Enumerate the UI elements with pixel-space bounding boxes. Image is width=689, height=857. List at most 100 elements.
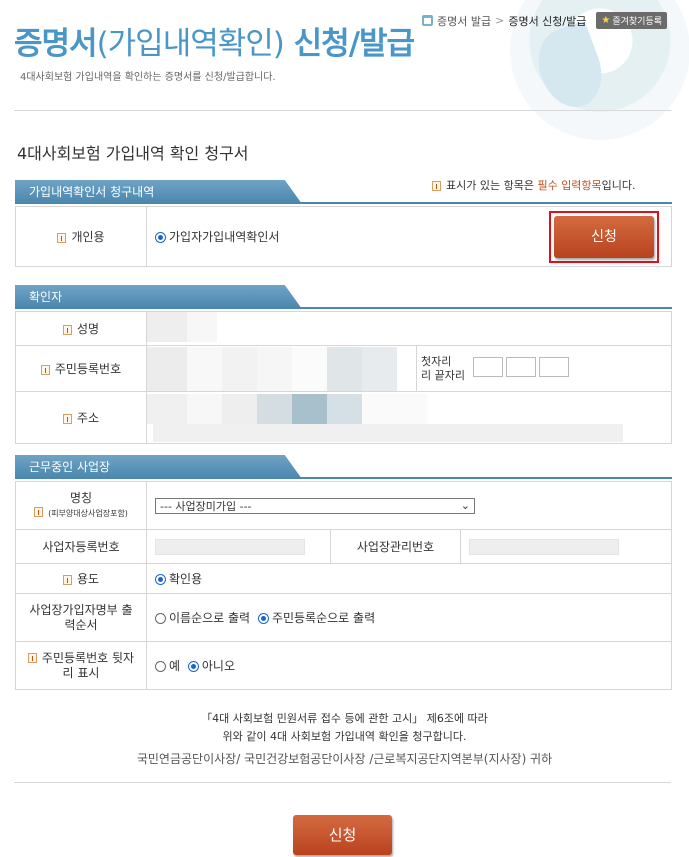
claim-table: 개인용 가입자가입내역확인서 신청 — [15, 206, 672, 267]
redacted-block — [222, 346, 257, 391]
page-title-rest: 신청/발급 — [283, 26, 415, 62]
section-tab-label: 근무중인 사업장 — [15, 455, 302, 479]
workplace-name-label: 명칭 — [69, 490, 93, 505]
print-order-value-cell: 이름순으로 출력 주민등록순으로 출력 — [146, 593, 672, 642]
workplace-select[interactable]: --- 사업장미가입 --- ⌄ — [155, 497, 475, 514]
breadcrumb: 증명서 발급 > 증명서 신청/발급 ★ 즐겨찾기등록 — [422, 12, 668, 29]
page-title-main: 증명서 — [14, 26, 98, 62]
verifier-table: 성명 주민등록번호 첫자리 리 끝자리 주소 — [15, 311, 672, 444]
ssn-display-option-no[interactable]: 아니오 — [187, 659, 235, 673]
breadcrumb-current: 증명서 신청/발급 — [508, 14, 587, 28]
workplace-table: 명칭 (피부양대상사업장포함) --- 사업장미가입 --- ⌄ 사업자등록번호… — [15, 481, 672, 690]
print-order-option-ssn[interactable]: 주민등록순으로 출력 — [257, 611, 376, 625]
required-icon — [27, 653, 37, 663]
required-icon — [62, 324, 72, 335]
chevron-right-icon: > — [495, 14, 505, 27]
biz-reg-input[interactable] — [155, 538, 305, 555]
ssn-display-no-label: 아니오 — [201, 659, 235, 673]
address-label-cell: 주소 — [15, 391, 147, 444]
redacted-block — [327, 346, 362, 391]
print-order-ssn-label: 주민등록순으로 출력 — [271, 611, 376, 625]
form-title: 4대사회보험 가입내역 확인 청구서 — [17, 144, 249, 163]
ssn-display-radio-no[interactable] — [187, 661, 199, 672]
ssn-digit-input[interactable] — [472, 357, 503, 377]
ssn-display-label: 주민등록번호 뒷자리 표시 — [41, 650, 135, 680]
workplace-mgmt-value-cell — [460, 529, 672, 564]
purpose-radio-option[interactable]: 확인용 — [155, 572, 202, 586]
ssn-hint: 첫자리 리 끝자리 — [421, 355, 465, 383]
personal-label: 개인용 — [71, 230, 105, 244]
redacted-block — [292, 393, 327, 424]
address-label: 주소 — [76, 411, 100, 425]
ssn-display-label-cell: 주민등록번호 뒷자리 표시 — [15, 641, 147, 690]
name-label: 성명 — [76, 322, 100, 336]
workplace-mgmt-label: 사업장관리번호 — [356, 540, 435, 554]
required-icon — [40, 364, 50, 375]
redacted-block — [257, 346, 292, 391]
certificate-radio[interactable] — [155, 232, 166, 243]
required-icon — [62, 574, 72, 585]
ssn-label: 주민등록번호 — [54, 362, 122, 376]
ssn-digit-input[interactable] — [538, 357, 569, 377]
ssn-value-cell — [146, 345, 417, 392]
star-icon: ★ — [601, 15, 611, 26]
purpose-radio[interactable] — [155, 574, 166, 585]
workplace-name-label-cell: 명칭 (피부양대상사업장포함) — [15, 481, 147, 530]
workplace-name-sublabel: (피부양대상사업장포함) — [48, 508, 128, 518]
certificate-radio-option[interactable]: 가입자가입내역확인서 — [155, 228, 279, 245]
print-order-option-name[interactable]: 이름순으로 출력 — [155, 611, 250, 625]
redacted-block — [187, 393, 222, 424]
breadcrumb-item[interactable]: 증명서 발급 — [437, 13, 491, 29]
print-order-radio-name[interactable] — [155, 613, 166, 624]
ssn-display-option-yes[interactable]: 예 — [155, 659, 180, 673]
closing-line-2: 위와 같이 4대 사회보험 가입내역 확인을 청구합니다. — [222, 730, 467, 743]
purpose-radio-label: 확인용 — [169, 572, 203, 586]
bottom-apply-button[interactable]: 신청 — [293, 815, 392, 855]
workplace-mgmt-label-cell: 사업장관리번호 — [330, 529, 461, 564]
biz-reg-value-cell — [146, 529, 331, 564]
print-order-label-cell: 사업장가입자명부 출력순서 — [15, 593, 147, 642]
redacted-block — [187, 346, 222, 391]
purpose-label: 용도 — [76, 572, 100, 586]
redacted-block — [147, 346, 187, 391]
home-icon[interactable] — [422, 15, 433, 26]
print-order-radio-ssn[interactable] — [257, 613, 269, 624]
redacted-block — [362, 346, 397, 391]
required-icon — [62, 413, 72, 424]
workplace-select-cell: --- 사업장미가입 --- ⌄ — [146, 481, 672, 530]
redacted-block — [292, 346, 327, 391]
redacted-block — [327, 393, 362, 424]
redacted-block — [362, 393, 427, 424]
address-input[interactable] — [153, 423, 623, 442]
chevron-down-icon: ⌄ — [460, 499, 470, 512]
redacted-block — [147, 393, 187, 424]
ssn-input-cell: 첫자리 리 끝자리 — [416, 345, 672, 392]
name-value-cell — [146, 311, 672, 346]
divider — [14, 782, 671, 783]
personal-label-cell: 개인용 — [15, 206, 147, 267]
workplace-mgmt-input[interactable] — [469, 538, 619, 555]
certificate-radio-label: 가입자가입내역확인서 — [169, 230, 280, 244]
favorite-button[interactable]: ★ 즐겨찾기등록 — [596, 12, 668, 29]
ssn-display-value-cell: 예 아니오 — [146, 641, 672, 690]
ssn-display-radio-yes[interactable] — [155, 661, 166, 672]
closing-line-1: 「4대 사회보험 민원서류 접수 등에 관한 고시」 제6조에 따라 — [201, 712, 488, 725]
section-tab-label: 확인자 — [15, 285, 302, 309]
apply-button[interactable]: 신청 — [554, 215, 654, 258]
ssn-hint-1: 첫자리 — [421, 354, 452, 368]
print-order-label: 사업장가입자명부 출력순서 — [29, 602, 133, 632]
required-icon — [34, 507, 44, 517]
section-header-verifier: 확인자 — [15, 285, 672, 309]
ssn-display-yes-label: 예 — [169, 659, 181, 673]
biz-reg-label: 사업자등록번호 — [42, 540, 120, 554]
redacted-block — [257, 393, 292, 424]
ssn-digit-input[interactable] — [505, 357, 536, 377]
ssn-hint-2: 리 끝자리 — [421, 368, 465, 382]
purpose-label-cell: 용도 — [15, 563, 147, 594]
ssn-label-cell: 주민등록번호 — [15, 345, 147, 392]
section-tab-label: 가입내역확인서 청구내역 — [15, 180, 302, 204]
apply-button-highlight: 신청 — [549, 210, 659, 263]
claim-options-cell: 가입자가입내역확인서 신청 — [146, 206, 672, 267]
divider — [14, 110, 671, 111]
workplace-select-value: --- 사업장미가입 --- — [160, 499, 252, 513]
